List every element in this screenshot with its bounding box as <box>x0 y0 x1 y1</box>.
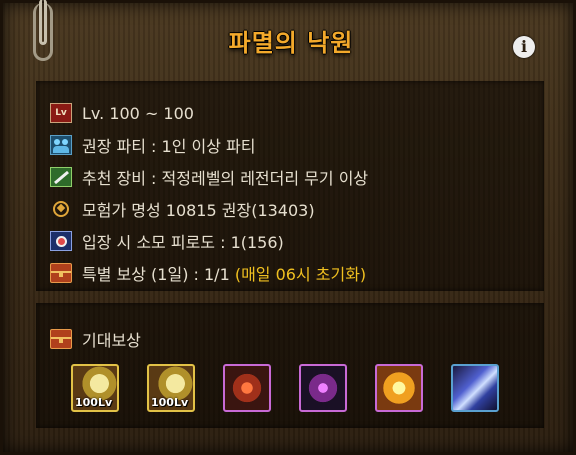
level-row: Lv Lv. 100 ~ 100 <box>50 101 194 125</box>
chest-icon <box>50 329 72 349</box>
party-row: 권장 파티 : 1인 이상 파티 <box>50 133 255 157</box>
special-reward-text: 특별 보상 (1일) : 1/1 <box>82 265 235 284</box>
equipment-box-icon[interactable]: 100Lv <box>147 364 195 412</box>
party-icon <box>50 135 72 155</box>
special-reward-row: 특별 보상 (1일) : 1/1 (매일 06시 초기화) <box>50 261 366 285</box>
crystal-shard-icon[interactable] <box>451 364 499 412</box>
purple-claw-icon[interactable] <box>299 364 347 412</box>
equipment-icon <box>50 167 72 187</box>
fame-row: 모험가 명성 10815 권장(13403) <box>50 197 315 221</box>
fame-icon <box>50 199 72 219</box>
red-stone-icon[interactable] <box>223 364 271 412</box>
party-text: 권장 파티 : 1인 이상 파티 <box>82 137 256 156</box>
item-level-label: 100Lv <box>75 396 113 409</box>
equipment-box-icon[interactable]: 100Lv <box>71 364 119 412</box>
level-icon: Lv <box>50 103 72 123</box>
chest-icon <box>50 263 72 283</box>
reset-time-text: (매일 06시 초기화) <box>234 265 367 284</box>
fatigue-text: 입장 시 소모 피로도 : 1(156) <box>82 233 284 252</box>
fatigue-icon <box>50 231 72 251</box>
equipment-row: 추천 장비 : 적정레벨의 레전더리 무기 이상 <box>50 165 368 189</box>
fame-text: 모험가 명성 10815 권장(13403) <box>82 201 315 220</box>
expected-rewards-text: 기대보상 <box>82 331 141 350</box>
fatigue-row: 입장 시 소모 피로도 : 1(156) <box>50 229 284 253</box>
dungeon-title: 파멸의 낙원 <box>228 29 354 57</box>
item-level-label: 100Lv <box>151 396 189 409</box>
equipment-text: 추천 장비 : 적정레벨의 레전더리 무기 이상 <box>82 169 369 188</box>
gold-orb-icon[interactable] <box>375 364 423 412</box>
info-icon[interactable]: i <box>513 36 535 58</box>
expected-rewards-label: 기대보상 <box>50 327 141 351</box>
dungeon-info-panel: 파멸의 낙원 i Lv Lv. 100 ~ 100 권장 파티 : 1인 이상 … <box>0 0 576 455</box>
level-text: Lv. 100 ~ 100 <box>82 103 194 123</box>
